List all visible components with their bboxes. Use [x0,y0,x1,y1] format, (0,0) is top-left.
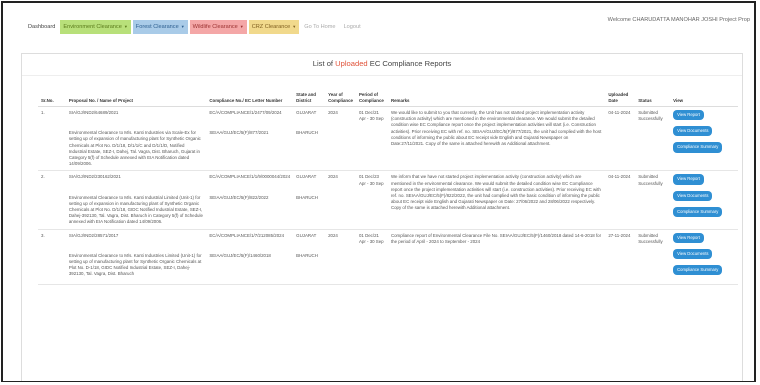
compliance-summary-button[interactable]: Compliance Summary [673,265,723,276]
compliance-summary-button[interactable]: Compliance Summary [673,206,723,218]
cell-view: View Report View Documents Compliance Su… [670,229,738,286]
nav-logout[interactable]: Logout [341,21,364,34]
nav-crz-clearance[interactable]: CRZ Clearance ▼ [248,20,300,34]
cell-view: View Report View Documents Compliance Su… [670,106,738,172]
proposal-number: SIA/GJ/IND2/230162/2021 [68,174,121,180]
nav-forest-clearance[interactable]: Forest Clearance ▼ [132,20,188,34]
compliance-number: EC/A/COMPLIANCE/1/2477/09/2024 [209,110,282,115]
view-report-button[interactable]: View Report [673,110,704,121]
cell-period: 01 Dec/21 Apr - 30 Sep [355,106,388,172]
district: BHARUCH [296,194,318,200]
cell-period: 01 Dec/21 Apr - 30 Sep [355,229,388,286]
nav-forest-label: Forest Clearance [135,24,179,30]
nav-crz-label: CRZ Clearance [251,24,291,30]
nav-env-label: Environment Clearance [63,24,122,30]
project-name: Environmental Clearance to M/s. Kanti In… [68,130,201,167]
title-suffix: EC Compliance Reports [367,59,452,68]
chevron-down-icon: ▼ [239,24,244,29]
title-highlight: Uploaded [335,59,368,68]
state: GUJARAT [296,174,317,180]
cell-uploaded: 04-11-2024 [605,106,636,172]
nav-go-home[interactable]: Go To Home [301,21,338,34]
view-report-button[interactable]: View Report [673,174,704,185]
cell-year: 2024 [325,170,356,230]
district: BHARUCH [296,252,318,258]
cell-status: Submitted Successfully [635,106,671,172]
chevron-down-icon: ▼ [180,24,185,29]
cell-view: View Report View Documents Compliance Su… [670,170,738,230]
nav-dashboard[interactable]: Dashboard [25,21,58,34]
proposal-number: SIA/GJ/IND2/28571/2017 [68,232,119,238]
project-name: Environmental Clearance to M/s. Kanti In… [68,252,202,277]
chevron-down-icon: ▼ [123,24,128,29]
cell-proposal: SIA/GJ/IND2/230162/2021 Environmental Cl… [65,170,207,230]
cell-state: GUJARAT BHARUCH [293,170,326,230]
view-report-button[interactable]: View Report [673,232,704,243]
compliance-number: EC/A/COMPLIANCE/1/7/212085/2024 [209,232,285,238]
col-state: State and District [293,90,326,107]
browser-frame: Dashboard Environment Clearance ▼ Forest … [1,1,756,382]
col-proposal: Proposal No. / Name of Project [65,90,207,107]
ec-letter-number: SEIAA/GUJ/EC/5(F)/877/2021 [209,130,269,136]
cell-remarks: Compliance report of Environmental Clear… [387,229,606,286]
col-compliance: Compliance No./ EC Letter Number [206,90,294,107]
table-row: 1. SIA/GJ/IND2/64689/2021 Environmental … [38,106,738,172]
compliance-table: Sr.No. Proposal No. / Name of Project Co… [38,90,738,286]
table-header-row: Sr.No. Proposal No. / Name of Project Co… [38,90,738,107]
compliance-panel: List of Uploaded EC Compliance Reports S… [21,53,743,381]
cell-state: GUJARAT BHARUCH [293,229,326,286]
cell-sno: 3. [38,229,66,286]
col-uploaded: Uploaded Date [605,90,636,107]
cell-state: GUJARAT BHARUCH [293,106,326,172]
col-status: Status [635,90,671,107]
cell-remarks: We would like to submit to you that curr… [387,106,606,172]
col-view: View [670,90,738,107]
cell-year: 2024 [325,106,356,172]
view-documents-button[interactable]: View Documents [673,248,713,260]
state: GUJARAT [296,232,317,238]
table-row: 2. SIA/GJ/IND2/230162/2021 Environmental… [38,170,738,230]
cell-uploaded: 27-11-2024 [605,229,636,286]
page-title: List of Uploaded EC Compliance Reports [22,54,742,76]
cell-compliance: EC/A/COMPLIANCE/1/7/212085/2024 SEIAA/GU… [206,229,294,286]
ec-letter-number: SEIAA/GUJ/EC/5(F)/1460/2018 [209,252,271,258]
col-sno: Sr.No. [38,90,66,107]
cell-compliance: EC/A/COMPLIANCE/1/2477/09/2024 SEIAA/GUJ… [206,106,294,172]
compliance-summary-button[interactable]: Compliance Summary [673,142,723,153]
ec-letter-number: SEIAA/GUJ/EC/5(F)/822/2022 [209,194,269,200]
view-documents-button[interactable]: View Documents [673,126,713,137]
col-period: Period of Compliance [355,90,388,107]
cell-sno: 2. [38,170,66,230]
chevron-down-icon: ▼ [292,24,297,29]
cell-remarks: We inform that we have not started proje… [387,170,606,230]
cell-proposal: SIA/GJ/IND2/28571/2017 Environmental Cle… [65,229,207,286]
district: BHARUCH [296,130,318,136]
title-prefix: List of [312,59,336,68]
nav-wildlife-label: Wildlife Clearance [192,24,238,30]
cell-year: 2024 [325,229,356,286]
view-documents-button[interactable]: View Documents [673,190,713,201]
cell-uploaded: 04-11-2024 [605,170,636,230]
nav-environment-clearance[interactable]: Environment Clearance ▼ [60,20,131,34]
state: GUJARAT [296,110,317,115]
cell-compliance: EC/A/COMPLIANCE/1/1/9/0000044/2024 SEIAA… [206,170,294,230]
cell-proposal: SIA/GJ/IND2/64689/2021 Environmental Cle… [65,106,207,172]
proposal-number: SIA/GJ/IND2/64689/2021 [68,110,119,115]
compliance-number: EC/A/COMPLIANCE/1/1/9/0000044/2024 [209,174,291,180]
cell-sno: 1. [38,106,66,172]
top-navbar: Dashboard Environment Clearance ▼ Forest … [3,15,754,39]
cell-period: 01 Dec/23 Apr - 30 Sep [355,170,388,230]
table-row: 3. SIA/GJ/IND2/28571/2017 Environmental … [38,229,738,286]
col-remarks: Remarks [387,90,606,107]
welcome-text: Welcome CHARUDATTA MANOHAR JOSHI Project… [607,17,750,23]
project-name: Environmental Clearance to M/s. Kanti In… [68,194,203,225]
nav-wildlife-clearance[interactable]: Wildlife Clearance ▼ [189,20,247,34]
cell-status: Submitted Successfully [635,229,671,286]
cell-status: Submitted Successfully [635,170,671,230]
col-year: Year of Compliance [325,90,356,107]
